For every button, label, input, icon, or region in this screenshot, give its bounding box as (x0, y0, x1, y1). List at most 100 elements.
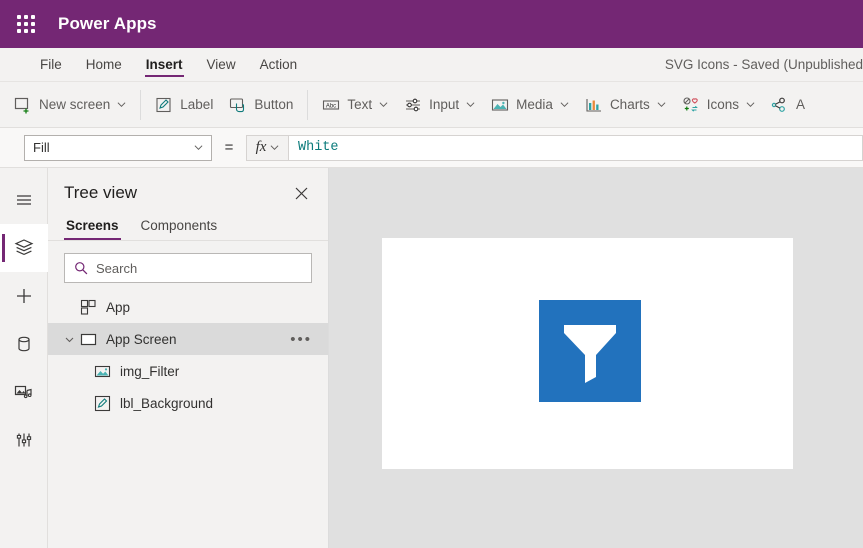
screen-rect-icon (80, 333, 97, 345)
label-pencil-icon (156, 97, 171, 112)
fx-label: fx (255, 139, 267, 155)
image-control-icon (94, 365, 111, 377)
tree-view-panel: Tree view Screens Components Search App … (48, 168, 329, 548)
ribbon-group-screen: New screen (0, 90, 140, 120)
media-button-label: Media (516, 97, 553, 112)
hamburger-menu-icon[interactable] (0, 176, 48, 224)
tree-view-title: Tree view (64, 183, 138, 202)
hamburger-glyph (16, 195, 31, 205)
tab-components[interactable]: Components (139, 214, 220, 240)
search-input[interactable]: Search (64, 253, 312, 283)
search-wrapper: Search (48, 241, 328, 291)
button-icon (230, 97, 245, 112)
ribbon-group-insert: Abc Text Input Media Charts Icons A (308, 90, 819, 120)
media-glyph (14, 385, 32, 398)
label-control-icon (94, 395, 111, 411)
img-filter-control[interactable] (539, 300, 641, 402)
media-library-icon[interactable] (0, 368, 48, 416)
ribbon-group-controls: Label Button (141, 90, 307, 120)
tree-view-tabs: Screens Components (48, 214, 328, 241)
tab-screens[interactable]: Screens (64, 214, 121, 240)
label-button[interactable]: Label (147, 91, 221, 119)
app-title: Power Apps (58, 14, 157, 33)
menu-item-home[interactable]: Home (74, 48, 134, 81)
svg-text:Abc: Abc (326, 103, 336, 109)
left-rail (0, 168, 48, 548)
tree-row-label: App Screen (106, 331, 177, 347)
tree-view-header: Tree view (48, 168, 328, 214)
insert-plus-icon[interactable] (0, 272, 48, 320)
formula-bar: Fill = fx White (0, 128, 863, 168)
funnel-filter-icon (564, 325, 616, 383)
tree-row-label: App (106, 299, 131, 315)
charts-bar-icon (586, 98, 601, 112)
menu-item-view[interactable]: View (195, 48, 248, 81)
icons-button[interactable]: Icons (674, 91, 763, 119)
app-screen-canvas[interactable] (382, 238, 793, 469)
advanced-tools-icon[interactable] (0, 416, 48, 464)
tools-glyph (16, 433, 31, 447)
chevron-down-glyph (65, 337, 74, 342)
waffle-grid-icon[interactable] (10, 8, 42, 40)
chevron-down-icon (466, 102, 475, 108)
icons-button-label: Icons (706, 97, 739, 112)
tree-row-lbl-background[interactable]: lbl_Background (48, 387, 328, 419)
menu-items: File Home Insert View Action (0, 48, 309, 81)
tree-view-icon[interactable] (0, 224, 48, 272)
tree-view-list: App App Screen ••• img_Filter lbl_Backgr… (48, 291, 328, 548)
chevron-expanded-icon[interactable] (64, 334, 76, 345)
chevron-down-icon (379, 102, 388, 108)
document-title: SVG Icons - Saved (Unpublished (664, 57, 863, 72)
input-button-label: Input (429, 97, 460, 112)
icons-glyph-icon (683, 96, 698, 112)
workspace: Tree view Screens Components Search App … (0, 168, 863, 548)
button-button-label: Button (254, 97, 294, 112)
text-abc-icon: Abc (323, 99, 340, 110)
chevron-down-icon (194, 145, 203, 151)
ai-builder-icon (771, 97, 785, 112)
ai-builder-label: A (795, 97, 805, 112)
ai-builder-button[interactable]: A (763, 91, 813, 119)
close-glyph (295, 187, 307, 199)
tree-row-img-filter[interactable]: img_Filter (48, 355, 328, 387)
property-select[interactable]: Fill (24, 134, 212, 161)
chevron-down-icon (746, 102, 755, 108)
text-button-label: Text (347, 97, 373, 112)
chevron-down-icon (657, 102, 666, 108)
charts-button-label: Charts (609, 97, 650, 112)
input-button[interactable]: Input (396, 91, 483, 119)
label-button-label: Label (180, 97, 214, 112)
menu-bar: File Home Insert View Action SVG Icons -… (0, 48, 863, 82)
chevron-down-icon (560, 102, 569, 108)
new-screen-icon (14, 97, 29, 113)
property-select-value: Fill (33, 140, 50, 155)
formula-input[interactable]: White (288, 134, 863, 161)
search-icon (75, 262, 88, 275)
plus-glyph (16, 289, 31, 303)
new-screen-label: New screen (39, 97, 111, 112)
canvas-area[interactable] (329, 168, 863, 548)
database-glyph (17, 336, 30, 352)
tree-row-label: lbl_Background (120, 395, 214, 411)
menu-item-insert[interactable]: Insert (134, 48, 195, 81)
input-sliders-icon (406, 98, 421, 111)
app-header: Power Apps (0, 0, 863, 48)
ribbon-toolbar: New screen Label Button Abc Text Input M… (0, 82, 863, 128)
chevron-down-icon (270, 145, 279, 151)
app-grid-icon (80, 299, 96, 315)
tree-row-app-screen[interactable]: App Screen ••• (48, 323, 328, 355)
equals-sign: = (224, 139, 234, 156)
text-button[interactable]: Abc Text (314, 91, 396, 119)
row-context-menu-button[interactable]: ••• (290, 323, 312, 355)
button-button[interactable]: Button (221, 91, 301, 119)
charts-button[interactable]: Charts (577, 91, 674, 119)
close-icon[interactable] (290, 182, 312, 204)
new-screen-button[interactable]: New screen (6, 91, 134, 119)
menu-item-file[interactable]: File (28, 48, 74, 81)
menu-item-action[interactable]: Action (248, 48, 310, 81)
fx-button[interactable]: fx (246, 134, 288, 161)
data-cylinder-icon[interactable] (0, 320, 48, 368)
media-button[interactable]: Media (483, 91, 577, 119)
tree-row-app[interactable]: App (48, 291, 328, 323)
tree-row-label: img_Filter (120, 363, 180, 379)
